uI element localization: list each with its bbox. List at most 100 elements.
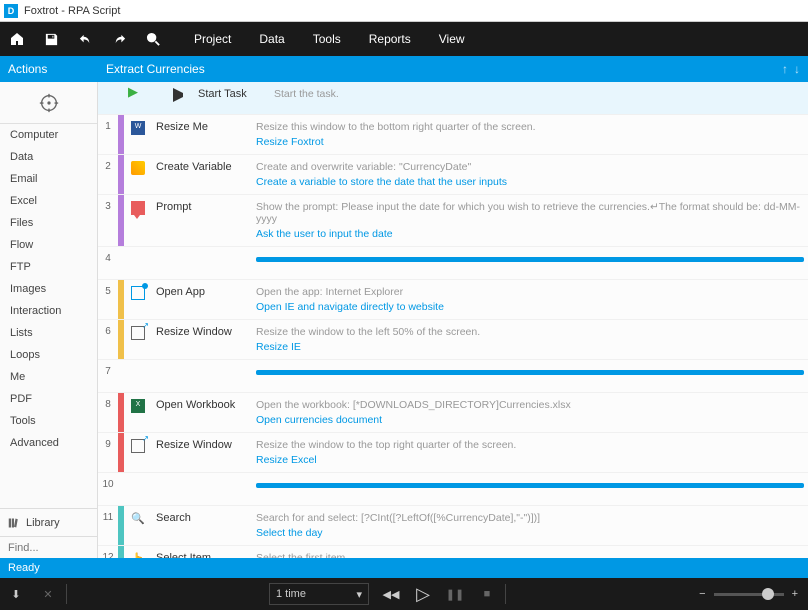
category-data[interactable]: Data [0,146,97,168]
divider-line [256,370,804,375]
divider-line [256,257,804,262]
step-link[interactable]: Select the day [256,527,804,539]
step-link[interactable]: Create a variable to store the date that… [256,176,804,188]
step-icon [124,433,152,472]
step-icon: 🔍 [124,506,152,545]
step-action: Resize Window [152,320,252,359]
step-action: Create Variable [152,155,252,194]
divider-line [256,483,804,488]
step-number: 11 [98,506,118,545]
step-number: 5 [98,280,118,319]
step-row[interactable]: 1WResize MeResize this window to the bot… [98,115,808,155]
step-row[interactable]: 9Resize WindowResize the window to the t… [98,433,808,473]
redo-button[interactable] [102,22,136,56]
target-selector[interactable] [0,82,97,124]
category-files[interactable]: Files [0,212,97,234]
step-row[interactable]: 7 [98,360,808,393]
step-row[interactable]: 8XOpen WorkbookOpen the workbook: [*DOWN… [98,393,808,433]
zoom-slider[interactable]: − + [699,588,798,600]
category-pdf[interactable]: PDF [0,388,97,410]
menu-view[interactable]: View [425,32,479,46]
step-row[interactable]: 12👆Select ItemSelect the first item.Sele… [98,546,808,558]
slider-track[interactable] [714,593,784,596]
category-excel[interactable]: Excel [0,190,97,212]
step-number: 6 [98,320,118,359]
menu-data[interactable]: Data [245,32,298,46]
step-number: 7 [98,360,118,392]
step-row[interactable]: 3 PromptShow the prompt: Please input the… [98,195,808,247]
step-link[interactable]: Resize IE [256,341,804,353]
step-row[interactable]: 6 Resize Window Resize the window to the l… [98,320,808,360]
category-email[interactable]: Email [0,168,97,190]
step-desc: Resize the window to the left 50% of the… [256,326,804,338]
save-button[interactable] [34,22,68,56]
step-icon: 👆 [124,546,152,558]
menu-tools[interactable]: Tools [299,32,355,46]
undo-button[interactable] [68,22,102,56]
step-number: 3 [98,195,118,246]
actions-sidebar: ComputerDataEmailExcelFilesFlowFTPImages… [0,82,98,558]
category-interaction[interactable]: Interaction [0,300,97,322]
stop-button[interactable]: ■ [471,578,503,610]
step-row[interactable]: 11🔍SearchSearch for and select: [?CInt([… [98,506,808,546]
category-lists[interactable]: Lists [0,322,97,344]
step-action: Prompt [152,195,252,246]
step-link[interactable]: Resize Excel [256,454,804,466]
play-button[interactable]: ▷ [407,578,439,610]
step-row[interactable]: 4 [98,247,808,280]
step-start[interactable]: ▶ Start Task Start the task. [98,82,808,115]
library-button[interactable]: Library [0,508,97,536]
pause-button[interactable]: ❚❚ [439,578,471,610]
menu-project[interactable]: Project [180,32,245,46]
step-link[interactable]: Open currencies document [256,414,804,426]
step-link[interactable]: Ask the user to input the date [256,228,804,240]
slider-thumb[interactable] [762,588,774,600]
zoom-out-icon[interactable]: − [699,588,705,600]
step-number: 1 [98,115,118,154]
section-header: Actions Extract Currencies ↑ ↓ [0,56,808,82]
step-desc: Resize this window to the bottom right q… [256,121,804,133]
find-input[interactable] [0,537,97,558]
move-down-icon[interactable]: ↓ [794,62,800,76]
step-desc: Resize the window to the top right quart… [256,439,804,451]
close-button[interactable]: ✕ [32,578,64,610]
category-tools[interactable]: Tools [0,410,97,432]
category-images[interactable]: Images [0,278,97,300]
find-box[interactable] [0,536,97,558]
step-icon [124,280,152,319]
category-me[interactable]: Me [0,366,97,388]
step-row[interactable]: 2Create VariableCreate and overwrite var… [98,155,808,195]
main-toolbar: Project Data Tools Reports View [0,22,808,56]
step-link[interactable]: Open IE and navigate directly to website [256,301,804,313]
app-icon: D [4,4,18,18]
run-arrow-icon: ▶ [128,84,138,100]
step-number: 12 [98,546,118,558]
menu-reports[interactable]: Reports [355,32,425,46]
step-icon: X [124,393,152,432]
zoom-in-icon[interactable]: + [792,588,798,600]
home-button[interactable] [0,22,34,56]
chevron-down-icon: ▾ [356,588,362,601]
step-desc: Show the prompt: Please input the date f… [256,201,804,225]
step-action: Open App [152,280,252,319]
category-loops[interactable]: Loops [0,344,97,366]
search-button[interactable] [136,22,170,56]
step-row[interactable]: 5Open AppOpen the app: Internet Explorer… [98,280,808,320]
step-row[interactable]: 10 [98,473,808,506]
category-advanced[interactable]: Advanced [0,432,97,454]
download-button[interactable]: ⬇ [0,578,32,610]
step-number: 2 [98,155,118,194]
rewind-button[interactable]: ◀◀ [375,578,407,610]
category-flow[interactable]: Flow [0,234,97,256]
speed-selector[interactable]: 1 time ▾ [269,583,369,605]
step-icon [124,155,152,194]
step-action: Search [152,506,252,545]
main-area: ComputerDataEmailExcelFilesFlowFTPImages… [0,82,808,558]
category-ftp[interactable]: FTP [0,256,97,278]
category-computer[interactable]: Computer [0,124,97,146]
step-link[interactable]: Resize Foxtrot [256,136,804,148]
step-action: Resize Window [152,433,252,472]
step-desc: Open the workbook: [*DOWNLOADS_DIRECTORY… [256,399,804,411]
player-bar: ⬇ ✕ 1 time ▾ ◀◀ ▷ ❚❚ ■ − + [0,578,808,610]
move-up-icon[interactable]: ↑ [782,62,788,76]
